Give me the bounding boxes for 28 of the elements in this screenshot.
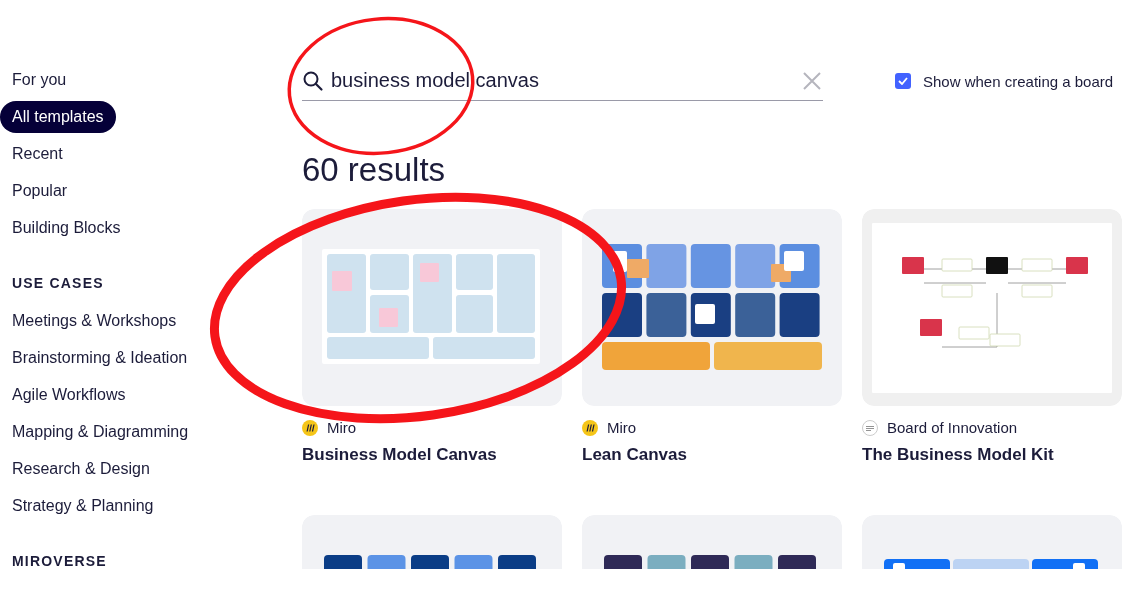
sidebar-item[interactable]: Research & Design	[0, 453, 162, 485]
sidebar-item[interactable]: Recent	[0, 138, 75, 170]
search-field[interactable]: business model canvas	[302, 61, 823, 101]
sidebar-item[interactable]: Meetings & Workshops	[0, 305, 189, 337]
author-name: Miro	[327, 419, 357, 436]
results-count: 60 results	[302, 150, 446, 190]
sidebar-item[interactable]: Popular	[0, 175, 80, 207]
checkmark-icon	[898, 77, 908, 85]
logo-icon	[582, 419, 598, 436]
template-title[interactable]: The Business Model Kit	[862, 445, 1122, 465]
sidebar-item[interactable]: Brainstorming & Ideation	[0, 342, 200, 374]
sidebar-item[interactable]: Mapping & Diagramming	[0, 416, 201, 448]
checkbox-label: Show when creating a board	[923, 72, 1114, 90]
search-icon	[302, 70, 324, 92]
section-heading: USE CASES	[11, 275, 105, 291]
sidebar-item[interactable]: Building Blocks	[0, 212, 133, 244]
section-heading: MIROVERSE	[11, 553, 108, 569]
author-name: Miro	[607, 419, 637, 436]
logo-icon	[302, 419, 318, 436]
sidebar-item[interactable]: For you	[0, 64, 79, 96]
sidebar-item[interactable]: Agile Workflows	[0, 379, 138, 411]
sidebar-item[interactable]: All templates	[0, 101, 116, 133]
author-name: Board of Innovation	[887, 419, 1018, 436]
template-title[interactable]: Business Model Canvas	[302, 445, 562, 465]
template-title[interactable]: Lean Canvas	[582, 445, 842, 465]
checkbox[interactable]	[895, 73, 911, 89]
logo-icon	[862, 419, 878, 436]
sidebar-item[interactable]: Strategy & Planning	[0, 490, 166, 522]
